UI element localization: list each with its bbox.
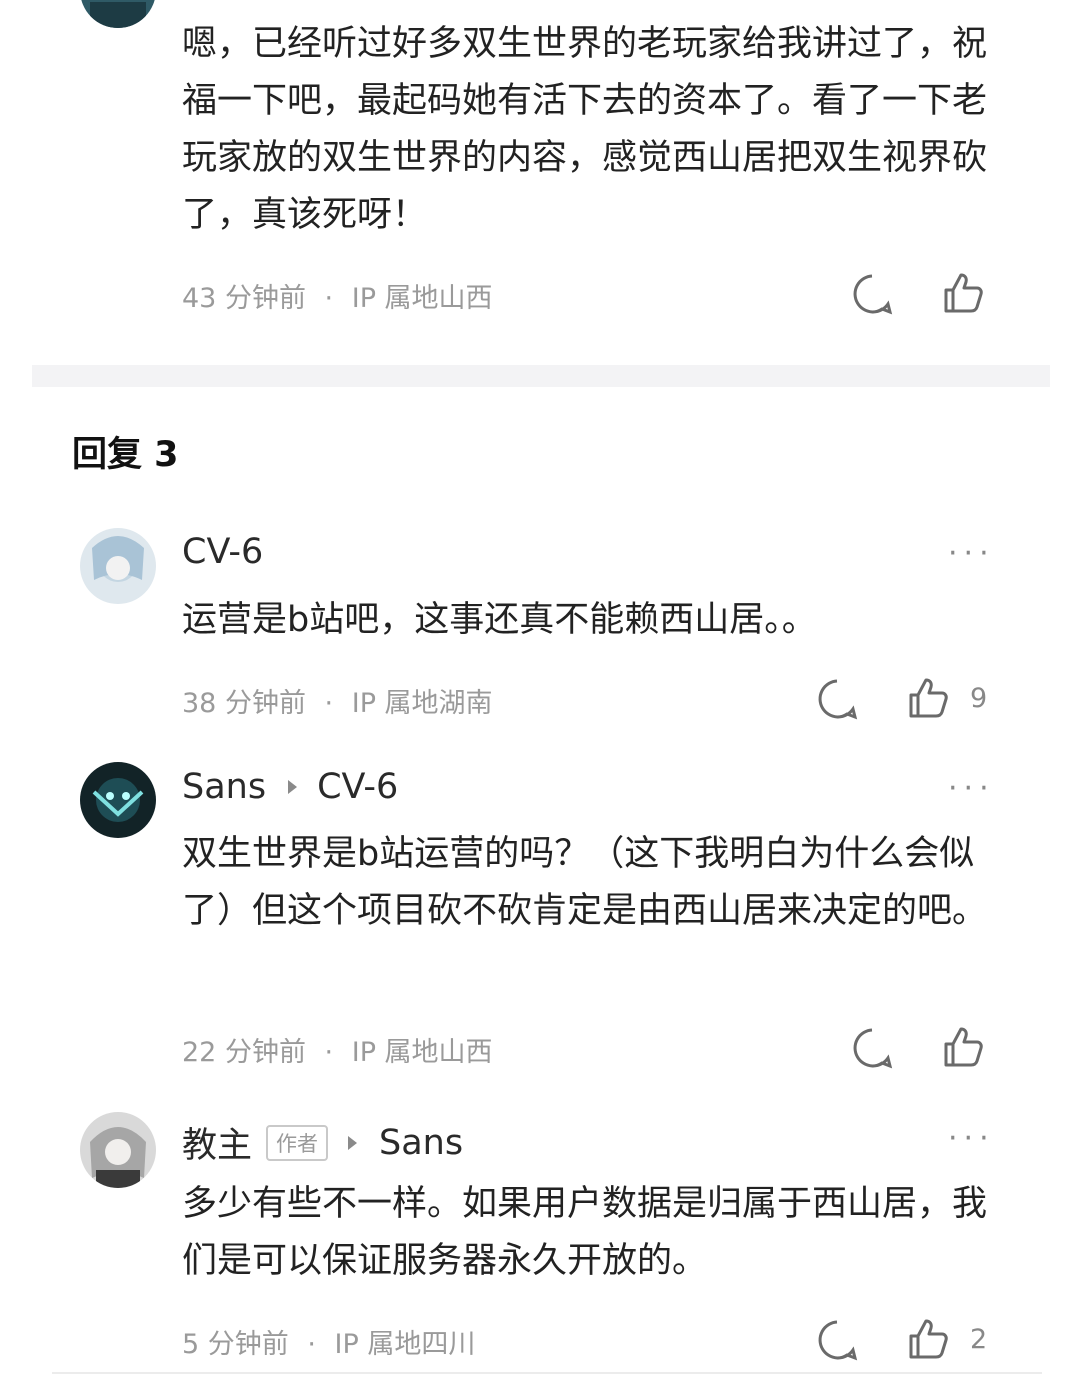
- meta-separator: ·: [324, 1037, 334, 1068]
- reply-meta: 5 分钟前 · IP 属地四川: [182, 1322, 475, 1361]
- comment-time: 22 分钟前: [182, 1037, 306, 1068]
- comment-icon[interactable]: [850, 1026, 894, 1074]
- comment-ip: IP 属地山西: [351, 283, 493, 314]
- comment-ip: IP 属地四川: [334, 1329, 476, 1360]
- reply-author-name[interactable]: CV-6: [182, 532, 263, 572]
- reply-author-row: 教主 作者 Sans: [182, 1117, 463, 1168]
- comment-time: 38 分钟前: [182, 688, 306, 719]
- avatar-author[interactable]: [80, 1112, 156, 1188]
- reply-arrow-icon: [288, 780, 298, 794]
- thumbs-up-icon[interactable]: [940, 1024, 986, 1074]
- comment-ip: IP 属地湖南: [351, 688, 493, 719]
- reply-text: 运营是b站吧，这事还真不能赖西山居。。: [182, 600, 817, 640]
- avatar-top[interactable]: [80, 0, 156, 28]
- top-comment-meta: 43 分钟前 · IP 属地山西: [182, 276, 493, 315]
- comment-ip: IP 属地山西: [351, 1037, 493, 1068]
- meta-separator: ·: [324, 283, 334, 314]
- author-badge: 作者: [266, 1124, 329, 1161]
- more-icon[interactable]: ···: [948, 536, 995, 571]
- reply-arrow-icon: [348, 1135, 358, 1150]
- reply-meta: 22 分钟前 · IP 属地山西: [182, 1030, 493, 1069]
- comment-time: 5 分钟前: [182, 1329, 289, 1360]
- reply-target-name[interactable]: CV-6: [317, 767, 398, 807]
- thumbs-up-icon[interactable]: [905, 1316, 951, 1366]
- comment-icon[interactable]: [815, 1318, 859, 1366]
- meta-separator: ·: [307, 1329, 316, 1360]
- reply-text: 多少有些不一样。如果用户数据是归属于西山居，我们是可以保证服务器永久开放的。: [182, 1184, 988, 1281]
- like-count: 2: [970, 1324, 988, 1355]
- thumbs-up-icon[interactable]: [940, 270, 986, 320]
- comment-icon[interactable]: [815, 677, 859, 725]
- comment-time: 43 分钟前: [182, 283, 306, 314]
- like-count: 9: [970, 683, 988, 714]
- comment-icon[interactable]: [850, 272, 894, 320]
- top-comment-text: 嗯，已经听过好多双生世界的老玩家给我讲过了，祝福一下吧，最起码她有活下去的资本了…: [182, 24, 988, 235]
- reply-meta: 38 分钟前 · IP 属地湖南: [182, 681, 493, 720]
- reply-author-row: Sans CV-6: [182, 767, 398, 807]
- more-icon[interactable]: ···: [948, 1121, 995, 1156]
- replies-header: 回复 3: [72, 435, 179, 475]
- more-icon[interactable]: ···: [948, 771, 995, 806]
- bottom-divider: [52, 1372, 1042, 1374]
- thumbs-up-icon[interactable]: [905, 675, 951, 725]
- avatar-cv6[interactable]: [80, 528, 156, 604]
- section-divider: [32, 365, 1050, 387]
- meta-separator: ·: [324, 688, 334, 719]
- reply-text: 双生世界是b站运营的吗？（这下我明白为什么会似了）但这个项目砍不砍肯定是由西山居…: [182, 834, 988, 931]
- reply-author-name[interactable]: Sans: [182, 767, 266, 807]
- reply-author-name[interactable]: 教主: [182, 1117, 252, 1168]
- reply-target-name[interactable]: Sans: [379, 1123, 463, 1163]
- avatar-sans[interactable]: [80, 762, 156, 838]
